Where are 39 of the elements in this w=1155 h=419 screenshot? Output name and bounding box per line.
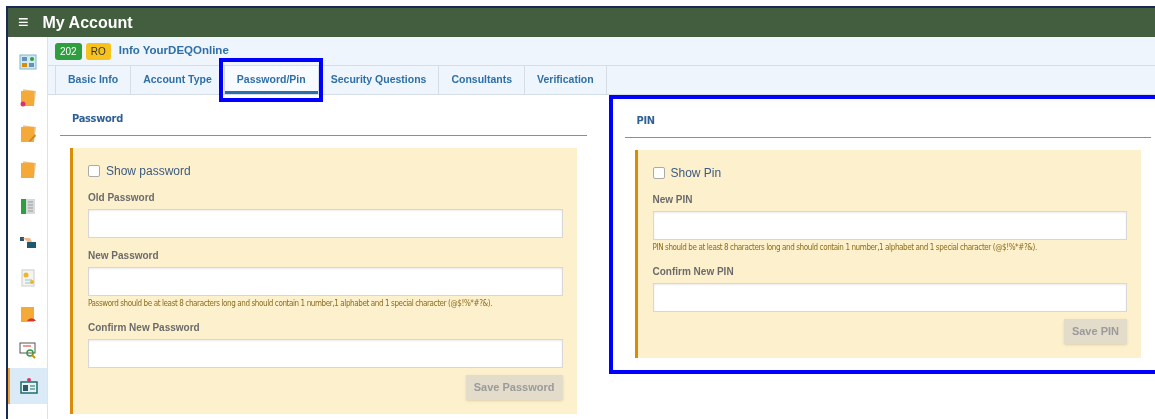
tab[interactable]: Verification [525, 66, 607, 94]
field-label: Old Password [88, 191, 156, 205]
hint-text: PIN should be at least 8 characters long and should contain 1 number,1 alphabet and 1 special character (@$!%*#?&). [652, 242, 1038, 254]
certificate-icon [18, 269, 37, 287]
chart-grid-icon [18, 53, 37, 71]
notepad-icon [18, 89, 37, 107]
ledger-icon [18, 197, 37, 215]
field-label: New Password [88, 249, 160, 263]
page-title: My Account [42, 12, 133, 33]
tab[interactable]: Consultants [439, 66, 526, 94]
input-field[interactable] [652, 211, 1127, 240]
input-field[interactable] [652, 283, 1127, 312]
input-field[interactable] [88, 267, 563, 296]
input-field[interactable] [88, 209, 563, 238]
checkbox-label: Show Pin [670, 165, 722, 182]
input-field[interactable] [88, 339, 563, 368]
notepad-icon [18, 161, 37, 179]
tab[interactable]: Account Type [131, 66, 225, 94]
checkbox[interactable] [88, 165, 100, 177]
field-label: Confirm New PIN [652, 265, 735, 279]
notepad-icon [18, 125, 37, 143]
checkbox[interactable] [652, 167, 665, 179]
menu-button[interactable]: ≡ [18, 9, 29, 36]
checkbox-label: Show password [106, 163, 191, 180]
field-label: New PIN [652, 193, 694, 207]
id-badge-icon [19, 377, 38, 395]
tab[interactable]: Password/Pin [224, 66, 319, 94]
tab[interactable]: Basic Info [55, 66, 132, 94]
section-title: PIN [636, 114, 655, 127]
monitor-search-icon [18, 341, 37, 359]
hint-text: Password should be at least 8 characters long and should contain 1 number,1 alphabet and 1 special character (@$!%*#?&). [88, 298, 494, 310]
field-label: Confirm New Password [88, 321, 201, 335]
badge: 202 [55, 42, 82, 60]
section-title: Password [72, 112, 123, 125]
account-title: Info YourDEQOnline [118, 43, 229, 59]
tab[interactable]: Security Questions [318, 66, 440, 94]
sidebar-item[interactable] [8, 368, 47, 404]
badge: RO [85, 42, 111, 60]
alarm-notepad-icon [18, 305, 37, 323]
